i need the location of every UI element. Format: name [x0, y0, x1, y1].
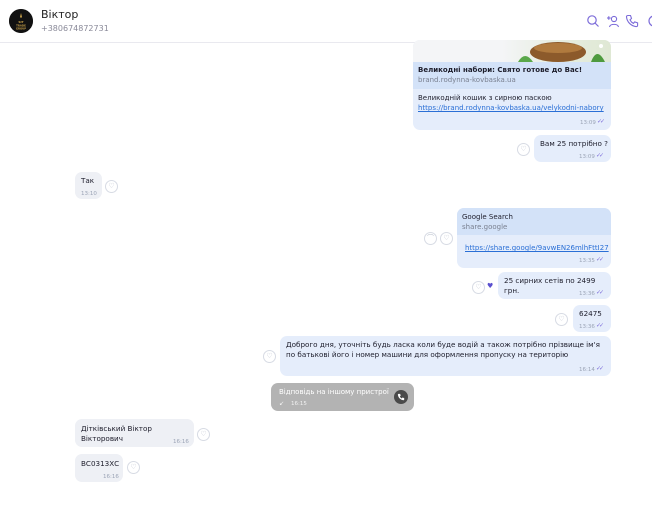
message-text: Доброго дня, уточніть будь ласка коли бу…	[286, 340, 600, 359]
message-bubble[interactable]: Так 13:10	[75, 172, 102, 199]
heart-icon[interactable]: ♡	[105, 180, 118, 193]
reaction-heart-icon[interactable]: ♥	[487, 282, 493, 290]
double-check-icon: ✓✓	[596, 289, 604, 296]
message-time: 13:36	[579, 324, 595, 330]
message-time: 13:35	[579, 258, 595, 264]
message-time: 16:16	[103, 474, 119, 480]
message-text: ВС0313ХС	[81, 459, 120, 468]
message-time: 13:10	[81, 191, 97, 197]
react-icon[interactable]: ⌒	[424, 232, 437, 245]
avatar[interactable]: SIT TRADE GROUP	[9, 9, 33, 33]
message-link[interactable]: https://brand.rodynna-kovbaska.ua/velyko…	[418, 104, 604, 112]
message-time: 13:09	[579, 154, 595, 160]
heart-icon[interactable]: ♡	[472, 281, 485, 294]
svg-text:SIT: SIT	[18, 20, 24, 24]
message-bubble[interactable]: ВС0313ХС 16:16	[75, 454, 123, 482]
call-icon[interactable]	[394, 390, 408, 404]
message-bubble[interactable]: Доброго дня, уточніть будь ласка коли бу…	[280, 336, 611, 376]
search-icon[interactable]	[586, 14, 600, 28]
double-check-icon: ✓✓	[597, 118, 605, 125]
svg-text:GROUP: GROUP	[16, 27, 26, 31]
link-preview-title: Google Search	[462, 213, 513, 221]
link-preview-image[interactable]	[413, 40, 611, 62]
message-text: Так	[81, 176, 95, 185]
message-text: 62475	[579, 309, 602, 318]
message-link[interactable]: https://share.google/9avwEN26mlhFttI27	[465, 243, 609, 253]
message-bubble[interactable]: 62475 13:36 ✓✓	[573, 305, 611, 332]
chat-header: SIT TRADE GROUP Віктор +380674872731	[0, 0, 652, 43]
message-time: 16:14	[579, 367, 595, 373]
heart-icon[interactable]: ♡	[127, 461, 140, 474]
heart-icon[interactable]: ♡	[440, 232, 453, 245]
message-text-body: Великодній кошик з сирною паскою	[418, 94, 552, 102]
message-list[interactable]: Великодні набори: Свято готове до Вас! b…	[0, 40, 652, 512]
heart-icon[interactable]: ♡	[517, 143, 530, 156]
double-check-icon: ✓✓	[596, 322, 604, 329]
link-preview-header[interactable]: Google Search share.google	[457, 208, 611, 235]
message-time: 13:09	[580, 120, 596, 126]
phone-icon[interactable]	[625, 14, 639, 28]
double-check-icon: ✓✓	[596, 365, 604, 372]
message-bubble[interactable]: Google Search share.google https://share…	[457, 208, 611, 268]
menu-icon[interactable]	[644, 14, 652, 28]
add-user-icon[interactable]	[606, 14, 620, 28]
message-bubble[interactable]: Вам 25 потрібно ? 13:09 ✓✓	[534, 135, 611, 162]
link-preview-header[interactable]: Великодні набори: Свято готове до Вас! b…	[413, 62, 611, 89]
heart-icon[interactable]: ♡	[263, 350, 276, 363]
link-preview-title: Великодні набори: Свято готове до Вас!	[418, 66, 583, 74]
heart-icon[interactable]: ♡	[555, 313, 568, 326]
message-bubble[interactable]: 25 сирних сетів по 2499 грн. 13:36 ✓✓	[498, 272, 611, 299]
heart-icon[interactable]: ♡	[197, 428, 210, 441]
call-status-text: Відповідь на іншому пристрої	[279, 388, 389, 396]
message-time: 13:36	[579, 291, 595, 297]
message-time: 16:16	[173, 439, 189, 445]
link-preview-domain: share.google	[462, 223, 508, 231]
double-check-icon: ✓✓	[596, 256, 604, 263]
message-text: Вам 25 потрібно ?	[540, 139, 608, 148]
double-check-icon: ✓✓	[596, 152, 604, 159]
contact-phone: +380674872731	[41, 24, 109, 33]
missed-call-arrow-icon: ↙	[279, 400, 285, 407]
message-bubble[interactable]: Дітківський Віктор Вікторович 16:16	[75, 419, 194, 447]
contact-name[interactable]: Віктор	[41, 8, 78, 21]
message-bubble[interactable]: Великодні набори: Свято готове до Вас! b…	[413, 40, 611, 130]
link-preview-domain: brand.rodynna-kovbaska.ua	[418, 76, 516, 84]
message-text: Великодній кошик з сирною паскою https:/…	[418, 93, 606, 113]
message-time: 16:15	[291, 401, 307, 407]
call-bubble[interactable]: Відповідь на іншому пристрої ↙ 16:15	[271, 383, 414, 411]
